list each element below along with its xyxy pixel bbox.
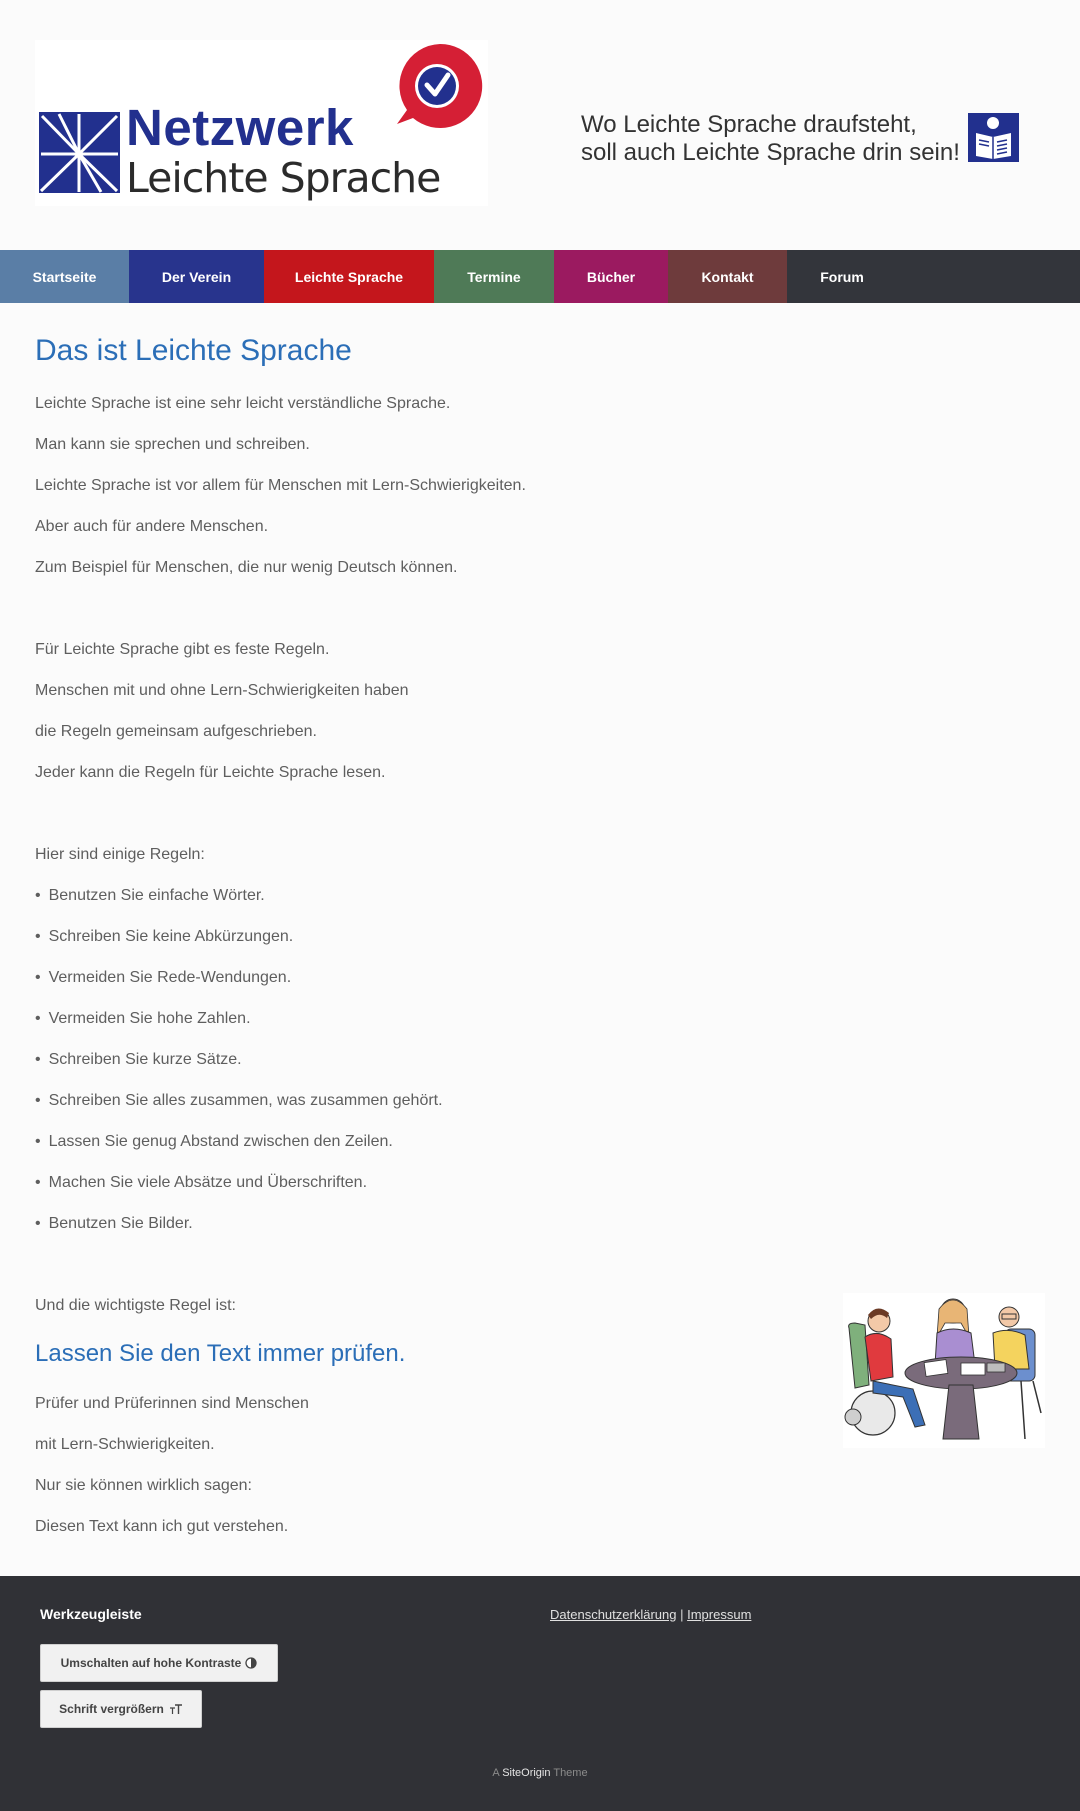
logo-subtitle: Leichte Sprache	[126, 154, 441, 202]
nav-item-forum[interactable]: Forum	[787, 250, 897, 303]
high-contrast-button[interactable]: Umschalten auf hohe Kontraste	[40, 1644, 278, 1682]
text-size-icon	[169, 1704, 182, 1714]
contrast-icon	[245, 1657, 257, 1669]
nav-label: Startseite	[32, 268, 97, 285]
paragraph: Menschen mit und ohne Lern-Schwierigkeit…	[35, 682, 409, 699]
nav-item-kontakt[interactable]: Kontakt	[668, 250, 787, 303]
site-header: Netzwerk Leichte Sprache Wo Leichte Spra…	[0, 0, 1080, 250]
paragraph: Aber auch für andere Menschen.	[35, 518, 269, 535]
rule-list-item: Benutzen Sie einfache Wörter.	[35, 887, 265, 905]
credit-prefix: A	[492, 1767, 500, 1779]
rule-list-item: Lassen Sie genug Abstand zwischen den Ze…	[35, 1133, 393, 1151]
rule-list-item: Schreiben Sie kurze Sätze.	[35, 1051, 242, 1069]
important-intro: Und die wichtigste Regel ist:	[35, 1297, 236, 1314]
paragraph: Für Leichte Sprache gibt es feste Regeln…	[35, 641, 330, 658]
credit-suffix: Theme	[553, 1767, 588, 1779]
toolbar-title: Werkzeugleiste	[40, 1606, 142, 1622]
theme-credit: A SiteOrigin Theme	[0, 1767, 1080, 1779]
paragraph: die Regeln gemeinsam aufgeschrieben.	[35, 723, 317, 740]
nav-item-leichte-sprache[interactable]: Leichte Sprache	[264, 250, 434, 303]
button-label: Umschalten auf hohe Kontraste	[60, 1656, 242, 1670]
rule-list-item: Schreiben Sie alles zusammen, was zusamm…	[35, 1092, 443, 1110]
privacy-link[interactable]: Datenschutzerklärung	[550, 1607, 676, 1622]
siteorigin-link[interactable]: SiteOrigin	[502, 1767, 550, 1779]
rules-intro: Hier sind einige Regeln:	[35, 846, 205, 863]
paragraph: Jeder kann die Regeln für Leichte Sprach…	[35, 764, 386, 781]
paragraph: Prüfer und Prüferinnen sind Menschen	[35, 1395, 309, 1412]
main-navigation: Startseite Der Verein Leichte Sprache Te…	[0, 250, 1080, 303]
increase-font-button[interactable]: Schrift vergrößern	[40, 1690, 202, 1728]
slogan-line-2: soll auch Leichte Sprache drin sein!	[581, 139, 960, 166]
paragraph: Nur sie können wirklich sagen:	[35, 1477, 252, 1494]
logo-title: Netzwerk	[126, 99, 354, 156]
important-rule-heading: Lassen Sie den Text immer prüfen.	[35, 1340, 406, 1367]
nav-label: Termine	[467, 268, 521, 285]
leichte-sprache-badge-icon	[397, 43, 483, 128]
nav-item-startseite[interactable]: Startseite	[0, 250, 129, 303]
nav-item-der-verein[interactable]: Der Verein	[129, 250, 264, 303]
nav-label: Der Verein	[161, 268, 232, 285]
paragraph: Leichte Sprache ist vor allem für Mensch…	[35, 477, 526, 494]
link-separator: |	[680, 1607, 684, 1622]
slogan: Wo Leichte Sprache draufsteht, soll auch…	[581, 111, 960, 167]
rule-list-item: Schreiben Sie keine Abkürzungen.	[35, 928, 294, 946]
rule-list-item: Benutzen Sie Bilder.	[35, 1215, 193, 1233]
rule-list-item: Vermeiden Sie Rede-Wendungen.	[35, 969, 292, 987]
paragraph: Diesen Text kann ich gut verstehen.	[35, 1518, 289, 1535]
nav-item-termine[interactable]: Termine	[434, 250, 554, 303]
imprint-link[interactable]: Impressum	[687, 1607, 751, 1622]
text-review-illustration	[843, 1293, 1045, 1448]
slogan-line-1: Wo Leichte Sprache draufsteht,	[581, 111, 917, 138]
rule-list-item: Machen Sie viele Absätze und Überschrift…	[35, 1174, 367, 1192]
site-logo[interactable]: Netzwerk Leichte Sprache	[35, 40, 488, 206]
paragraph: Man kann sie sprechen und schreiben.	[35, 436, 310, 453]
network-star-icon	[39, 112, 120, 193]
easy-reading-icon	[968, 113, 1019, 162]
nav-item-buecher[interactable]: Bücher	[554, 250, 668, 303]
footer-links: Datenschutzerklärung | Impressum	[550, 1607, 751, 1622]
paragraph: Leichte Sprache ist eine sehr leicht ver…	[35, 395, 451, 412]
paragraph: mit Lern-Schwierigkeiten.	[35, 1436, 215, 1453]
paragraph: Zum Beispiel für Menschen, die nur wenig…	[35, 559, 458, 576]
rule-list-item: Vermeiden Sie hohe Zahlen.	[35, 1010, 251, 1028]
nav-label: Forum	[820, 268, 864, 285]
nav-label: Bücher	[586, 268, 636, 285]
button-label: Schrift vergrößern	[59, 1702, 164, 1716]
nav-label: Leichte Sprache	[294, 268, 404, 285]
site-footer: Werkzeugleiste Datenschutzerklärung | Im…	[0, 1576, 1080, 1811]
page-title: Das ist Leichte Sprache	[35, 334, 352, 367]
nav-label: Kontakt	[701, 268, 754, 285]
